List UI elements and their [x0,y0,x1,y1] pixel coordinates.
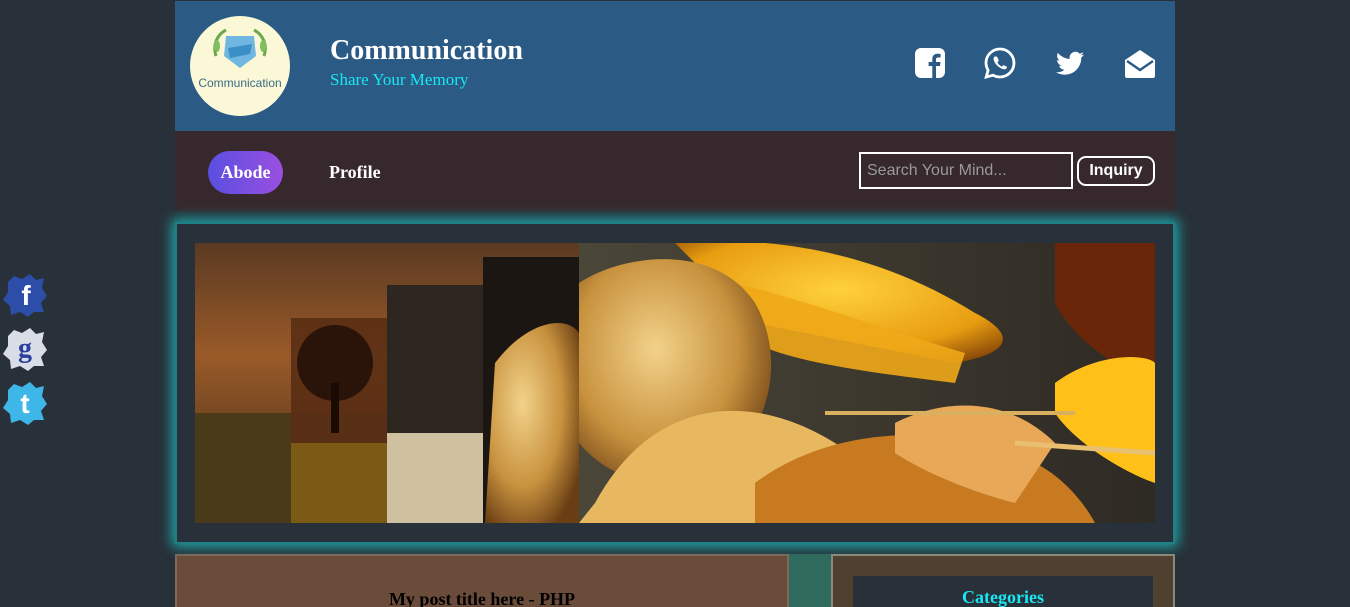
content-row: My post title here - PHP Categories [175,554,1175,607]
twitter-icon[interactable]: t [2,380,48,426]
twitter-icon[interactable] [1052,45,1088,81]
whatsapp-icon[interactable] [982,45,1018,81]
categories-box: Categories [853,576,1153,607]
svg-text:g: g [18,333,32,364]
site-tagline: Share Your Memory [330,70,469,89]
inquiry-button[interactable]: Inquiry [1077,156,1155,186]
image-slider-frame [175,222,1175,544]
categories-title: Categories [962,587,1044,607]
facebook-icon[interactable] [912,45,948,81]
logo-text: Communication [198,76,282,90]
nav-profile-link[interactable]: Profile [329,151,381,194]
sidebar: Categories [831,554,1175,607]
site-logo[interactable]: Communication [190,16,290,116]
column-gap [789,554,831,607]
handshake-logo-icon [213,28,267,68]
search-input[interactable] [859,152,1073,189]
post-title[interactable]: My post title here - PHP [177,589,787,607]
page-container: Communication Communication Share Your M… [175,1,1175,211]
header-social-icons [912,45,1158,81]
nav-home-link[interactable]: Abode [208,151,283,194]
post-card: My post title here - PHP [175,554,789,607]
envelope-icon[interactable] [1122,45,1158,81]
svg-text:f: f [21,280,31,311]
image-slider[interactable] [195,243,1155,523]
floating-social-bar: f g t [2,272,52,434]
site-title[interactable]: Communication [330,35,523,67]
facebook-icon[interactable]: f [2,272,48,318]
autumn-leaves-image [195,243,1155,523]
main-nav: Abode Profile Inquiry [175,131,1175,211]
svg-text:t: t [20,388,29,419]
site-header: Communication Communication Share Your M… [175,1,1175,131]
google-icon[interactable]: g [2,326,48,372]
